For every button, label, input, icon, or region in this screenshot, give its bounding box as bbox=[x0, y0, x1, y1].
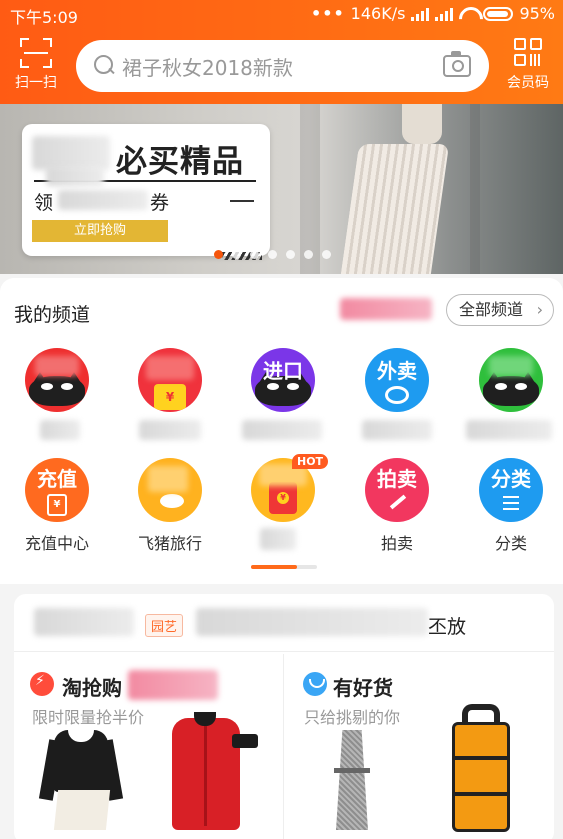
banner-photo-detail bbox=[300, 104, 320, 274]
channel-item[interactable] bbox=[466, 348, 556, 440]
import-icon: 进口 bbox=[251, 348, 315, 412]
tmall-green-icon bbox=[479, 348, 543, 412]
channel-item[interactable] bbox=[12, 348, 102, 440]
tmall-gift-icon: ¥ bbox=[138, 348, 202, 412]
banner-model-skirt bbox=[340, 144, 450, 274]
fliggy-icon bbox=[138, 458, 202, 522]
banner-pager bbox=[214, 250, 331, 259]
lightning-icon bbox=[30, 672, 54, 696]
wifi-icon bbox=[459, 7, 477, 21]
channel-item[interactable]: 拍卖 拍卖 bbox=[352, 458, 442, 554]
blurred-headline bbox=[196, 608, 428, 636]
pager-dot bbox=[268, 250, 277, 259]
signal-icon bbox=[411, 7, 430, 21]
product-image-vest-dress[interactable] bbox=[330, 730, 374, 830]
channel-item[interactable]: 飞猪旅行 bbox=[125, 458, 215, 554]
blurred-label bbox=[260, 528, 296, 550]
signal-icon-2 bbox=[435, 7, 454, 21]
channel-item[interactable]: 进口 bbox=[238, 348, 328, 440]
section-divider bbox=[283, 654, 284, 839]
channel-label: 飞猪旅行 bbox=[137, 534, 202, 553]
scan-button[interactable]: 扫一扫 bbox=[8, 38, 64, 92]
more-dots-icon: ••• bbox=[310, 4, 345, 23]
pager-dot bbox=[322, 250, 331, 259]
channel-scroll-indicator bbox=[251, 565, 317, 569]
product-image-blouse[interactable] bbox=[38, 730, 124, 830]
battery-percent: 95% bbox=[519, 4, 555, 23]
channel-item[interactable]: ¥ bbox=[125, 348, 215, 440]
good-goods-subtitle: 只给挑剔的你 bbox=[304, 708, 401, 727]
banner-subtitle-suffix: 券 bbox=[150, 192, 170, 214]
all-channels-label: 全部频道 bbox=[459, 300, 524, 319]
search-bar[interactable]: 裙子秋女2018新款 bbox=[76, 40, 489, 92]
channel-label: 分类 bbox=[494, 534, 527, 553]
blurred-label bbox=[242, 420, 322, 440]
banner-buy-button[interactable]: 立即抢购 bbox=[32, 220, 168, 242]
banner-model-photo bbox=[402, 104, 442, 144]
product-image-lunch-box[interactable] bbox=[452, 704, 512, 834]
recharge-icon: 充值 ¥ bbox=[25, 458, 89, 522]
pager-dot bbox=[304, 250, 313, 259]
search-icon bbox=[94, 55, 116, 77]
member-code-label: 会员码 bbox=[507, 75, 549, 91]
channel-item[interactable]: 外卖 bbox=[352, 348, 442, 440]
pager-dot bbox=[286, 250, 295, 259]
net-speed: 146K/s bbox=[350, 4, 406, 23]
scan-icon bbox=[20, 38, 52, 68]
flash-sale-title[interactable]: 淘抢购 bbox=[62, 672, 122, 701]
pager-dot bbox=[232, 250, 241, 259]
blurred-text bbox=[46, 166, 104, 186]
channel-label: 拍卖 bbox=[380, 534, 413, 553]
banner-dash bbox=[230, 200, 254, 202]
banner-subtitle: 领 bbox=[34, 192, 54, 214]
camera-icon[interactable] bbox=[443, 51, 471, 77]
all-channels-button[interactable]: 全部频道 › bbox=[446, 294, 554, 326]
pager-dot bbox=[250, 250, 259, 259]
blurred-promo-text bbox=[340, 298, 432, 320]
blurred-promo bbox=[128, 670, 218, 700]
product-image-red-coat[interactable] bbox=[158, 712, 258, 830]
banner-photo-detail bbox=[470, 104, 480, 274]
status-bar: 下午5:09 ••• 146K/s 95% bbox=[0, 0, 563, 30]
chevron-right-icon: › bbox=[536, 300, 543, 319]
headline-text-end: 丕放 bbox=[428, 616, 467, 638]
blurred-text bbox=[58, 190, 148, 210]
scan-label: 扫一扫 bbox=[15, 75, 57, 91]
hot-badge: HOT bbox=[292, 454, 329, 469]
blurred-label bbox=[466, 420, 552, 440]
blurred-label bbox=[139, 420, 201, 440]
blurred-label bbox=[362, 420, 432, 440]
member-code-button[interactable]: 会员码 bbox=[499, 38, 557, 92]
smile-icon bbox=[303, 672, 327, 696]
channel-title: 我的频道 bbox=[14, 304, 91, 326]
banner-card: 必买精品 领 券 立即抢购 bbox=[22, 124, 270, 260]
promo-banner[interactable]: 必买精品 领 券 立即抢购 bbox=[0, 104, 563, 274]
battery-icon bbox=[483, 6, 514, 21]
takeout-icon: 外卖 bbox=[365, 348, 429, 412]
banner-title: 必买精品 bbox=[116, 144, 244, 180]
category-icon: 分类 bbox=[479, 458, 543, 522]
blurred-text bbox=[32, 136, 110, 170]
headline-tag: 园艺 bbox=[145, 614, 184, 637]
channel-label: 充值中心 bbox=[24, 534, 89, 553]
status-time: 下午5:09 bbox=[10, 8, 78, 27]
blurred-logo bbox=[34, 608, 134, 636]
channel-item[interactable]: 分类 分类 bbox=[466, 458, 556, 554]
channel-item[interactable]: 充值 ¥ 充值中心 bbox=[12, 458, 102, 554]
search-placeholder[interactable]: 裙子秋女2018新款 bbox=[122, 52, 443, 81]
blurred-label bbox=[40, 420, 80, 440]
good-goods-title[interactable]: 有好货 bbox=[333, 672, 393, 701]
flash-sale-subtitle: 限时限量抢半价 bbox=[32, 708, 145, 727]
tmall-cat-icon bbox=[25, 348, 89, 412]
pager-dot bbox=[214, 250, 223, 259]
qr-code-icon bbox=[512, 38, 544, 68]
auction-icon: 拍卖 bbox=[365, 458, 429, 522]
